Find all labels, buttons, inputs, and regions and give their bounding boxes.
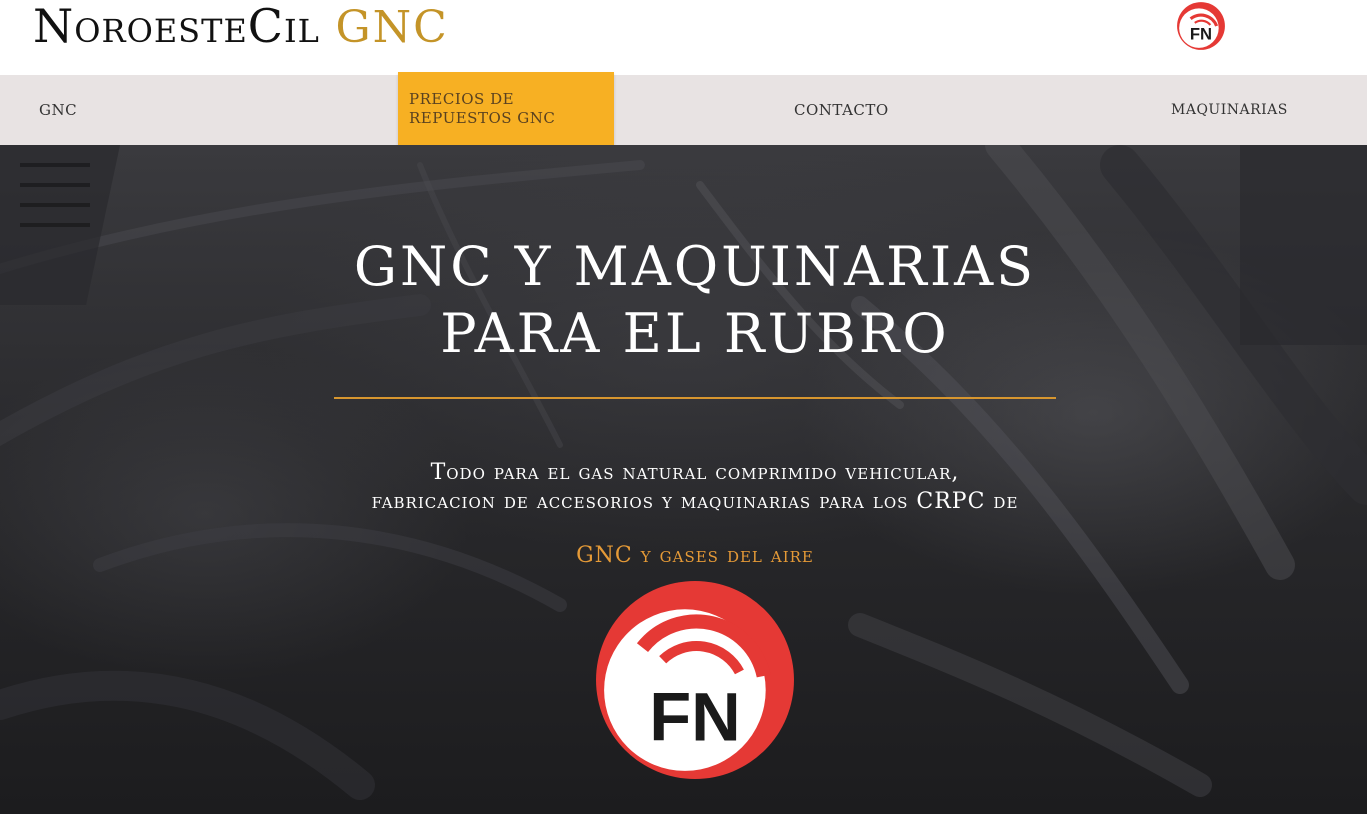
hero-title-line1: GNC Y MAQUINARIAS xyxy=(353,235,1037,298)
brand-accent: GNC xyxy=(335,2,449,53)
brand-logo-text[interactable]: NoroesteCil GNC xyxy=(33,0,449,56)
main-nav: GNC PRECIOS DE REPUESTOS GNC CONTACTO MA… xyxy=(0,72,1367,148)
nav-item-gnc[interactable]: GNC xyxy=(39,101,77,120)
svg-text:FN: FN xyxy=(649,679,741,756)
nav-item-contacto[interactable]: CONTACTO xyxy=(794,101,889,120)
brand-name: NoroesteCil xyxy=(33,0,320,53)
hero-divider xyxy=(334,397,1056,399)
site-header: NoroesteCil GNC FN xyxy=(0,0,1367,75)
hero-title-line2: PARA EL RUBRO xyxy=(440,302,950,365)
hero-title: GNC Y MAQUINARIAS PARA EL RUBRO xyxy=(283,233,1107,367)
hero-text-line2: fabricacion de accesorios y maquinarias … xyxy=(371,489,1019,514)
hero-subtitle: GNC y gases del aire xyxy=(576,543,814,568)
nav-item-maquinarias[interactable]: MAQUINARIAS xyxy=(1171,101,1288,120)
fn-logo-large-icon: FN xyxy=(596,581,794,779)
hero-description: Todo para el gas natural comprimido vehi… xyxy=(233,458,1157,516)
svg-text:FN: FN xyxy=(1190,25,1212,44)
fn-logo-icon[interactable]: FN xyxy=(1175,0,1227,52)
hero-text-line1: Todo para el gas natural comprimido vehi… xyxy=(430,460,960,485)
nav-item-precios-repuestos[interactable]: PRECIOS DE REPUESTOS GNC xyxy=(398,72,614,148)
hero-section: GNC Y MAQUINARIAS PARA EL RUBRO Todo par… xyxy=(0,145,1367,814)
nav-item-label: PRECIOS DE REPUESTOS GNC xyxy=(409,90,556,127)
